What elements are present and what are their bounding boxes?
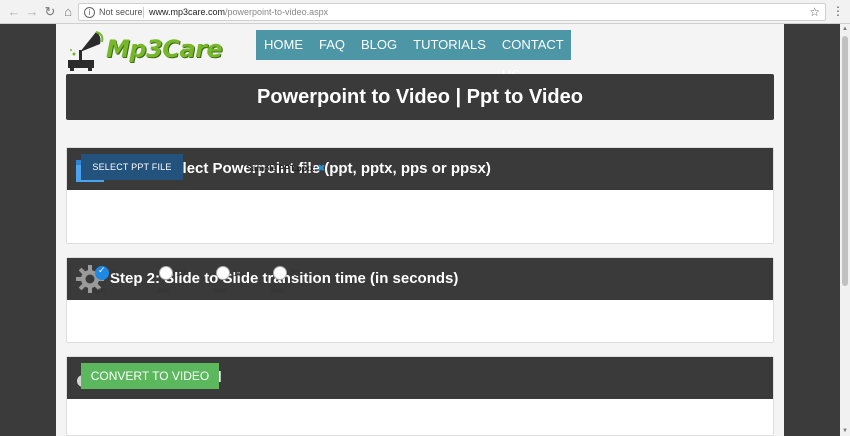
transition-option-5[interactable]: 5 sec — [93, 266, 135, 296]
selected-file-name: Sample PPT.pptx ✖ — [246, 163, 325, 174]
radio-15-unit: sec — [214, 285, 228, 295]
scroll-thumb[interactable] — [842, 36, 848, 286]
gramophone-icon — [68, 31, 104, 71]
radio-10-sec[interactable] — [159, 266, 173, 280]
step2-card: Step 2: Slide to Slide transition time (… — [66, 257, 774, 343]
remove-file-icon[interactable]: ✖ — [318, 163, 326, 173]
page-title-panel: Powerpoint to Video | Ppt to Video — [66, 74, 774, 120]
radio-20-unit: sec — [271, 285, 285, 295]
scroll-down-arrow-icon[interactable]: ▼ — [842, 428, 848, 434]
omnibox-separator — [143, 7, 144, 18]
url-domain: www.mp3care.com — [149, 7, 226, 17]
forward-arrow-icon[interactable]: → — [24, 4, 40, 20]
transition-option-10[interactable]: 10 sec — [157, 266, 199, 296]
radio-10-unit: sec — [157, 285, 171, 295]
step1-card: Step 1: Select Powerpoint file (ppt, ppt… — [66, 147, 774, 244]
radio-5-sec[interactable] — [95, 266, 109, 280]
convert-to-video-button[interactable]: CONVERT TO VIDEO — [81, 363, 219, 389]
page-background-left — [0, 24, 56, 436]
back-arrow-icon[interactable]: ← — [6, 4, 22, 20]
url-path: /powerpoint-to-video.aspx — [225, 7, 329, 17]
file-name-text: Sample PPT.pptx — [246, 163, 315, 173]
vertical-scrollbar[interactable]: ▲ ▼ — [840, 24, 850, 436]
bookmark-star-icon[interactable]: ☆ — [809, 5, 820, 19]
main-navigation: HOME FAQ BLOG TUTORIALS CONTACT US — [256, 30, 572, 82]
browser-toolbar: ← → ↻ ⌂ i Not secure www.mp3care.com/pow… — [0, 0, 850, 24]
select-ppt-file-button[interactable]: SELECT PPT FILE — [81, 154, 183, 180]
step3-card: Step3: Finished CONVERT TO VIDEO — [66, 356, 774, 436]
logo-text: Mp3Care — [106, 35, 223, 63]
url-text[interactable]: www.mp3care.com/powerpoint-to-video.aspx — [149, 7, 328, 17]
nav-tutorials[interactable]: TUTORIALS — [405, 30, 494, 60]
browser-menu-icon[interactable]: ⋮ — [832, 4, 844, 18]
address-bar[interactable]: i Not secure www.mp3care.com/powerpoint-… — [78, 3, 826, 21]
nav-contact-us[interactable]: CONTACT US — [494, 30, 572, 82]
radio-5-value: 5 — [112, 268, 117, 278]
site-logo[interactable]: Mp3Care — [66, 28, 223, 72]
page-content: Mp3Care HOME FAQ BLOG TUTORIALS CONTACT … — [56, 24, 784, 436]
nav-home[interactable]: HOME — [256, 30, 311, 60]
radio-20-sec[interactable] — [273, 266, 287, 280]
page-title: Powerpoint to Video | Ppt to Video — [257, 86, 583, 108]
security-label: Not secure — [99, 7, 143, 17]
radio-20-value: 20 — [290, 268, 300, 278]
page-background-right — [784, 24, 840, 436]
nav-faq[interactable]: FAQ — [311, 30, 353, 60]
radio-15-sec[interactable] — [216, 266, 230, 280]
transition-option-20[interactable]: 20 sec — [271, 266, 313, 296]
transition-option-15[interactable]: 15 sec — [214, 266, 256, 296]
radio-5-unit: sec — [93, 285, 107, 295]
scroll-up-arrow-icon[interactable]: ▲ — [842, 26, 848, 32]
home-icon[interactable]: ⌂ — [60, 4, 76, 20]
reload-icon[interactable]: ↻ — [42, 4, 58, 20]
radio-15-value: 15 — [233, 268, 243, 278]
radio-10-value: 10 — [176, 268, 186, 278]
nav-blog[interactable]: BLOG — [353, 30, 405, 60]
info-icon[interactable]: i — [84, 7, 95, 18]
